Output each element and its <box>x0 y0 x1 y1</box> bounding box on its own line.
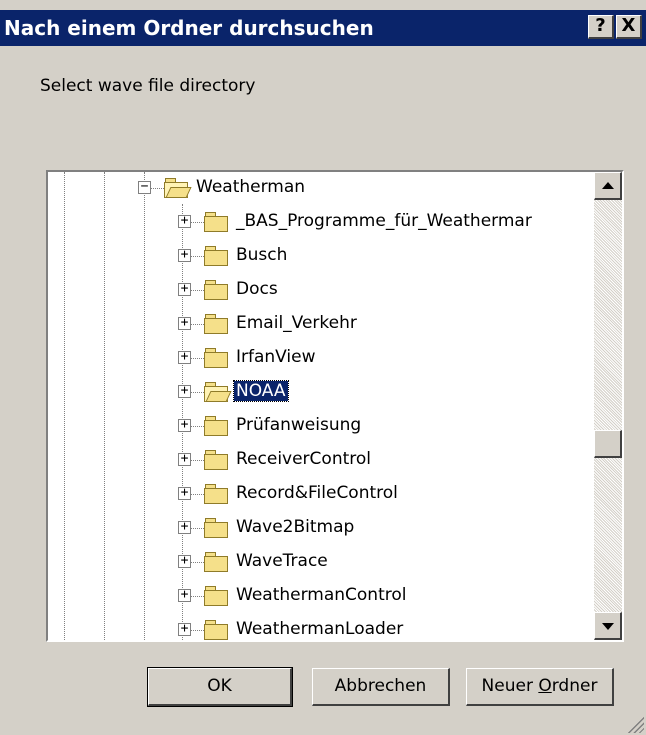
tree-node[interactable]: + ReceiverControl <box>48 444 594 476</box>
ok-button[interactable]: OK <box>147 667 293 707</box>
tree-node[interactable]: + WaveTrace <box>48 546 594 578</box>
tree-connector <box>190 392 204 393</box>
tree-node-label[interactable]: Wave2Bitmap <box>234 517 356 537</box>
expand-icon[interactable]: + <box>178 452 191 466</box>
vertical-scrollbar[interactable] <box>594 172 622 640</box>
tree-node[interactable]: + WeathermanControl <box>48 580 594 612</box>
scroll-down-button[interactable] <box>594 612 622 640</box>
folder-icon <box>204 586 228 606</box>
tree-connector <box>190 290 204 291</box>
folder-icon <box>204 552 228 572</box>
tree-node[interactable]: + WeathermanLoader <box>48 614 594 640</box>
tree-connector <box>190 494 204 495</box>
tree-node[interactable]: + Busch <box>48 240 594 272</box>
scroll-up-button[interactable] <box>594 172 622 200</box>
resize-grip-icon[interactable] <box>626 715 644 733</box>
tree-node[interactable]: + NOAA <box>48 376 594 408</box>
title-bar[interactable]: Nach einem Ordner durchsuchen ? X <box>0 10 646 46</box>
tree-connector <box>150 188 164 189</box>
folder-icon <box>204 314 228 334</box>
tree-connector <box>190 358 204 359</box>
expand-icon[interactable]: + <box>178 486 191 500</box>
expand-icon[interactable]: + <box>178 350 191 364</box>
expand-icon[interactable]: + <box>178 588 191 602</box>
tree-connector <box>190 324 204 325</box>
expand-icon[interactable]: + <box>178 248 191 262</box>
prompt-text: Select wave file directory <box>40 76 256 96</box>
close-button[interactable]: X <box>616 15 642 39</box>
folder-icon <box>204 280 228 300</box>
tree-node-label[interactable]: WeathermanLoader <box>234 619 405 639</box>
tree-connector <box>190 222 204 223</box>
tree-connector <box>190 596 204 597</box>
tree-node[interactable]: + Record&FileControl <box>48 478 594 510</box>
folder-icon <box>204 450 228 470</box>
tree-connector <box>190 528 204 529</box>
folder-tree[interactable]: − Weatherman + _BAS_Programme_für_Weatherma… <box>46 170 624 642</box>
tree-node-weatherman[interactable]: − Weatherman <box>48 172 594 204</box>
arrow-down-icon <box>602 623 614 630</box>
tree-connector <box>190 256 204 257</box>
expand-icon[interactable]: + <box>178 520 191 534</box>
new-folder-button[interactable]: Neuer Ordner <box>466 668 614 706</box>
window-title: Nach einem Ordner durchsuchen <box>4 16 374 40</box>
tree-node-label[interactable]: ReceiverControl <box>234 449 373 469</box>
folder-icon <box>204 484 228 504</box>
tree-connector <box>190 426 204 427</box>
tree-node-label[interactable]: _BAS_Programme_für_Weathermar <box>234 211 534 231</box>
tree-node-label[interactable]: NOAA <box>233 380 289 402</box>
tree-node-label[interactable]: WaveTrace <box>234 551 330 571</box>
tree-connector <box>190 630 204 631</box>
expand-icon[interactable]: + <box>178 316 191 330</box>
folder-icon <box>204 620 228 640</box>
expand-icon[interactable]: + <box>178 214 191 228</box>
cancel-button[interactable]: Abbrechen <box>312 668 450 706</box>
tree-node-label[interactable]: Email_Verkehr <box>234 313 359 333</box>
folder-icon <box>204 212 228 232</box>
scroll-thumb[interactable] <box>594 430 622 458</box>
folder-icon <box>204 246 228 266</box>
tree-node[interactable]: + Prüfanweisung <box>48 410 594 442</box>
tree-node-label[interactable]: Weatherman <box>194 177 307 197</box>
tree-connector <box>190 562 204 563</box>
folder-icon <box>204 348 228 368</box>
folder-icon <box>204 416 228 436</box>
tree-node-label[interactable]: Busch <box>234 245 289 265</box>
expand-icon[interactable]: + <box>178 282 191 296</box>
tree-node[interactable]: + Wave2Bitmap <box>48 512 594 544</box>
tree-node-label[interactable]: Docs <box>234 279 280 299</box>
expand-icon[interactable]: + <box>178 384 191 398</box>
tree-node-label[interactable]: Prüfanweisung <box>234 415 363 435</box>
tree-node-label[interactable]: IrfanView <box>234 347 318 367</box>
tree-node[interactable]: + Docs <box>48 274 594 306</box>
folder-icon <box>204 518 228 538</box>
help-button[interactable]: ? <box>588 15 614 39</box>
tree-node[interactable]: + IrfanView <box>48 342 594 374</box>
tree-node-label[interactable]: Record&FileControl <box>234 483 400 503</box>
folder-open-icon <box>164 178 192 198</box>
arrow-up-icon <box>602 182 614 189</box>
tree-node[interactable]: + Email_Verkehr <box>48 308 594 340</box>
folder-open-icon <box>204 382 232 402</box>
folder-browse-dialog: Nach einem Ordner durchsuchen ? X Select… <box>0 0 646 735</box>
expand-icon[interactable]: + <box>178 418 191 432</box>
collapse-icon[interactable]: − <box>138 180 151 194</box>
tree-connector <box>190 460 204 461</box>
expand-icon[interactable]: + <box>178 554 191 568</box>
tree-node[interactable]: + _BAS_Programme_für_Weathermar <box>48 206 594 238</box>
expand-icon[interactable]: + <box>178 622 191 636</box>
tree-node-label[interactable]: WeathermanControl <box>234 585 408 605</box>
new-folder-label: Neuer Ordner <box>481 676 598 696</box>
